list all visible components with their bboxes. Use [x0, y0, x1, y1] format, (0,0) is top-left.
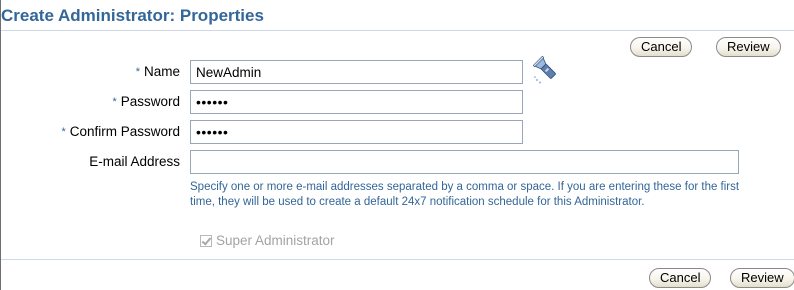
cancel-button-top[interactable]: Cancel	[630, 37, 693, 57]
bottom-divider	[1, 259, 794, 260]
email-field[interactable]	[190, 150, 739, 174]
confirm-password-label: * Confirm Password	[61, 123, 180, 142]
name-field[interactable]	[190, 60, 523, 84]
email-hint-text: Specify one or more e-mail addresses sep…	[190, 181, 740, 208]
name-label-text: Name	[143, 64, 180, 79]
title-divider	[1, 30, 794, 31]
confirm-password-field[interactable]	[190, 120, 523, 144]
name-label: * Name	[136, 63, 180, 82]
super-administrator-row: Super Administrator	[200, 233, 335, 249]
password-field[interactable]	[190, 90, 523, 114]
email-label: E-mail Address	[89, 153, 180, 171]
super-administrator-checkbox[interactable]	[200, 235, 212, 247]
super-administrator-label: Super Administrator	[216, 233, 335, 248]
required-marker: *	[135, 66, 140, 78]
flashlight-icon[interactable]	[533, 55, 561, 85]
password-label: * Password	[112, 93, 180, 112]
email-label-text: E-mail Address	[89, 154, 180, 169]
password-label-text: Password	[120, 94, 180, 109]
required-marker: *	[112, 96, 117, 108]
confirm-password-label-text: Confirm Password	[69, 124, 180, 139]
required-marker: *	[61, 126, 66, 138]
create-administrator-page: Create Administrator: Properties Cancel …	[0, 0, 794, 290]
cancel-button-bottom[interactable]: Cancel	[649, 268, 712, 288]
review-button-top[interactable]: Review	[716, 37, 781, 57]
page-title: Create Administrator: Properties	[1, 6, 264, 25]
review-button-bottom[interactable]: Review	[730, 268, 794, 288]
